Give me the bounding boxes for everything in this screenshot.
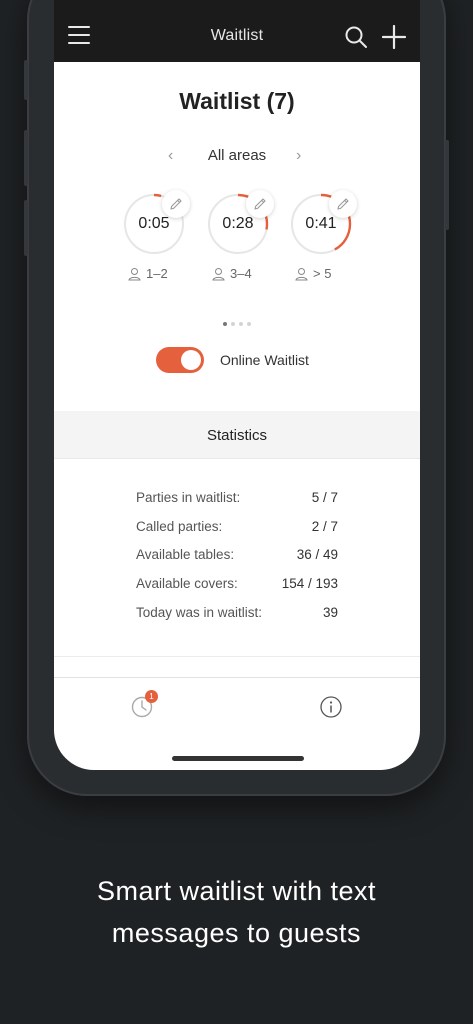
- stat-row: Available tables: 36 / 49: [136, 547, 338, 576]
- caption-line: Smart waitlist with text: [96, 876, 377, 906]
- party-size-label: > 5: [313, 266, 332, 281]
- page-dot[interactable]: [223, 322, 227, 326]
- stat-label: Parties in waitlist:: [136, 490, 241, 505]
- promo-caption: Smart waitlist with text messages to gue…: [0, 870, 473, 954]
- party-size: 1–2: [128, 266, 188, 281]
- wait-timers: 0:05 1–2 0:28 3–4 0:41 > 5: [54, 190, 420, 292]
- stat-value: 5 / 7: [311, 490, 338, 505]
- person-icon: [212, 267, 225, 280]
- home-indicator: [172, 756, 304, 761]
- phone-side-button: [445, 140, 449, 230]
- pencil-icon[interactable]: [329, 190, 357, 218]
- caption-line: messages to guests: [111, 918, 362, 948]
- stat-value: 2 / 7: [311, 518, 338, 534]
- top-navbar: Waitlist: [54, 0, 420, 62]
- pencil-icon[interactable]: [246, 190, 274, 218]
- chevron-right-icon[interactable]: ›: [296, 147, 301, 165]
- stat-label: Today was in waitlist:: [136, 604, 263, 620]
- statistics-header: Statistics: [54, 411, 420, 459]
- divider: [54, 656, 420, 657]
- phone-side-button: [24, 200, 28, 256]
- info-icon[interactable]: [320, 696, 342, 718]
- stat-row: Parties in waitlist: 5 / 7: [136, 490, 338, 519]
- page-dot[interactable]: [239, 322, 243, 326]
- page-title: Waitlist (7): [179, 88, 295, 114]
- online-waitlist-label: Online Waitlist: [220, 352, 309, 368]
- promo-screen: Waitlist Waitlist (7) ‹ All areas › 0:05…: [0, 0, 473, 1024]
- person-icon: [295, 267, 308, 280]
- area-selector: ‹ All areas ›: [54, 146, 420, 168]
- plus-icon[interactable]: [382, 25, 406, 49]
- stat-value: 154 / 193: [281, 576, 338, 592]
- stat-row: Called parties: 2 / 7: [136, 519, 338, 548]
- stat-row: Available covers: 154 / 193: [136, 576, 338, 605]
- search-icon[interactable]: [344, 25, 368, 49]
- party-size-label: 3–4: [230, 266, 252, 281]
- phone-side-button: [24, 60, 28, 100]
- phone-side-button: [24, 130, 28, 186]
- clock-icon[interactable]: 1: [131, 690, 158, 718]
- statistics-title: Statistics: [206, 427, 267, 444]
- stat-value: 39: [322, 604, 338, 620]
- party-size: 3–4: [212, 266, 272, 281]
- pencil-icon[interactable]: [162, 190, 190, 218]
- statistics-list: Parties in waitlist: 5 / 7 Called partie…: [136, 490, 338, 633]
- person-icon: [128, 267, 141, 280]
- stat-value: 36 / 49: [296, 547, 338, 563]
- area-label[interactable]: All areas: [54, 147, 420, 164]
- stat-label: Available covers:: [136, 576, 238, 592]
- page-dot[interactable]: [231, 322, 235, 326]
- online-waitlist-toggle[interactable]: [156, 347, 204, 373]
- stat-label: Available tables:: [136, 547, 235, 563]
- stat-label: Called parties:: [136, 518, 223, 534]
- online-waitlist-row: Online Waitlist: [156, 347, 356, 373]
- stat-row: Today was in waitlist: 39: [136, 605, 338, 634]
- page-dot[interactable]: [247, 322, 251, 326]
- party-size: > 5: [295, 266, 355, 281]
- page-indicator: [54, 313, 420, 331]
- app-screen: Waitlist Waitlist (7) ‹ All areas › 0:05…: [54, 0, 420, 770]
- party-size-label: 1–2: [146, 266, 168, 281]
- notification-badge: 1: [145, 690, 158, 703]
- tabbar-divider: [54, 677, 420, 678]
